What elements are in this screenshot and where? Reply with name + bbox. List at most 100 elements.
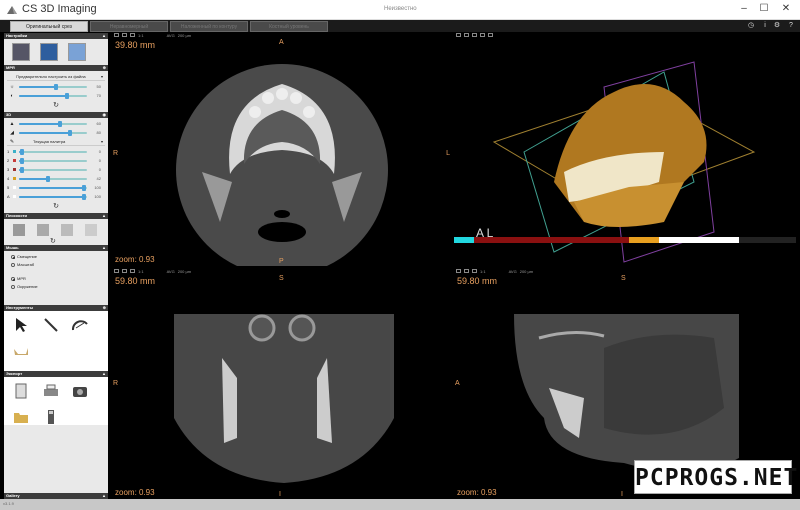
- sagittal-zoom-level: zoom: 0.93: [457, 488, 497, 497]
- app-title: CS 3D Imaging: [22, 3, 97, 15]
- axial-slice-position: 39.80 mm: [115, 40, 156, 50]
- channel-color-swatch[interactable]: [13, 159, 16, 162]
- info-icon[interactable]: i: [760, 21, 770, 31]
- tooth-view-button[interactable]: [68, 43, 86, 61]
- 3d-opacity-row: ▲ 60: [9, 121, 101, 127]
- channel-slider[interactable]: [19, 158, 87, 164]
- skull-view-button[interactable]: [40, 43, 58, 61]
- brightness-row: ☼ 50: [9, 84, 101, 90]
- channel-slider[interactable]: [19, 149, 87, 155]
- palette-icon: ✎: [9, 139, 15, 145]
- mouse-scale-radio[interactable]: Масштаб: [7, 261, 105, 269]
- coronal-slice-position: 59.80 mm: [115, 276, 156, 286]
- pointer-tool-icon[interactable]: [12, 316, 30, 334]
- angle-tool-icon[interactable]: [71, 316, 89, 334]
- sagittal-slice-position: 59.80 mm: [457, 276, 498, 286]
- channel-row: 5 100: [7, 185, 101, 191]
- usb-icon[interactable]: [42, 408, 60, 426]
- close-button[interactable]: ✕: [778, 2, 794, 16]
- axial-view[interactable]: 1:1 AVG 200 µm 39.80 mm zoom: 0.93 A P R L: [112, 32, 452, 266]
- channel-color-swatch[interactable]: [13, 150, 16, 153]
- volume-render-image: [492, 61, 756, 263]
- channel-slider[interactable]: [19, 176, 87, 182]
- channel-color-swatch[interactable]: [13, 177, 16, 180]
- axial-top-orientation: A: [279, 39, 284, 46]
- chevron-down-icon: ▾: [100, 139, 103, 144]
- print-icon[interactable]: [42, 382, 60, 400]
- plane-axial-icon[interactable]: [13, 224, 25, 236]
- brightness-icon: ☼: [9, 84, 15, 90]
- contrast-row: ◐ 70: [10, 93, 101, 99]
- tab-contour[interactable]: Наложенный по контуру: [170, 21, 248, 32]
- view-mode-buttons: [4, 39, 108, 65]
- help-icon[interactable]: ?: [786, 21, 796, 31]
- axial-right-orientation: L: [446, 150, 450, 157]
- channel-row: 20: [7, 158, 101, 164]
- channel-row: A 100: [7, 194, 101, 200]
- volume-3d-view[interactable]: A L: [454, 32, 796, 266]
- channel-slider[interactable]: [19, 194, 87, 200]
- channel-list: 1 0 2 0 3 0 4 42 5 100 A 100: [7, 148, 105, 201]
- mpr-reset-icon[interactable]: ↻: [7, 101, 105, 110]
- report-icon[interactable]: [12, 382, 30, 400]
- mouse-mpr-radio[interactable]: MPR: [7, 275, 105, 283]
- channel-color-swatch[interactable]: [13, 186, 16, 189]
- plane-coronal-icon[interactable]: [37, 224, 49, 236]
- opacity-icon: ▲: [9, 121, 15, 127]
- 3d-density-row: ◢ 80: [10, 130, 101, 136]
- density-icon: ◢: [10, 130, 14, 136]
- coronal-view[interactable]: 1:1 AVG 200 µm 59.80 mm zoom: 0.93 S I R: [112, 268, 452, 499]
- status-bar: v3.1.9: [0, 499, 800, 510]
- contrast-slider[interactable]: [19, 93, 87, 99]
- clock-icon[interactable]: ◷: [746, 21, 756, 31]
- contrast-icon: ◐: [10, 93, 14, 99]
- 3d-opacity-slider[interactable]: [19, 121, 87, 127]
- palette-dropdown[interactable]: ✎ Текущая палитра ▾: [7, 138, 105, 146]
- coronal-left-orientation: R: [113, 380, 119, 387]
- 3d-density-slider[interactable]: [19, 130, 87, 136]
- tab-bar: Оригинальный срез Неравномерный Наложенн…: [0, 20, 800, 32]
- channel-slider[interactable]: [19, 185, 87, 191]
- mpr-preset-dropdown[interactable]: Предварительно настроить из файла ▾: [7, 73, 105, 81]
- brightness-slider[interactable]: [19, 84, 87, 90]
- film-view-button[interactable]: [12, 43, 30, 61]
- plane-oblique-icon[interactable]: [85, 224, 97, 236]
- camera-icon[interactable]: [71, 382, 89, 400]
- tab-bone-level[interactable]: Костный уровень: [250, 21, 328, 32]
- coronal-scan-image: [174, 314, 394, 483]
- sagittal-bottom-orientation: I: [621, 491, 623, 498]
- app-version: v3.1.9: [3, 501, 14, 506]
- chevron-down-icon: ▾: [100, 74, 103, 79]
- plane-sagittal-icon[interactable]: [61, 224, 73, 236]
- channel-row: 30: [7, 167, 101, 173]
- measure-tool-icon[interactable]: [42, 316, 60, 334]
- mouse-surround-radio[interactable]: Окружение: [7, 283, 105, 291]
- axial-left-orientation: R: [113, 150, 119, 157]
- control-panel: Настройки ▲ MPR ⊕ Предварительно настроить…: [4, 33, 108, 499]
- mouse-offset-radio[interactable]: Смещение: [7, 253, 105, 261]
- jaw-tool-icon[interactable]: [12, 342, 30, 360]
- sagittal-top-orientation: S: [621, 275, 626, 282]
- coronal-top-orientation: S: [279, 275, 284, 282]
- title-bar: CS 3D Imaging Неизвестно – ☐ ✕: [0, 0, 800, 20]
- settings-icon[interactable]: ⚙: [772, 21, 782, 31]
- channel-color-swatch[interactable]: [13, 168, 16, 171]
- transfer-function-bar[interactable]: [454, 236, 796, 244]
- axial-zoom-level: zoom: 0.93: [115, 255, 155, 264]
- folder-icon[interactable]: [12, 408, 30, 426]
- coronal-zoom-level: zoom: 0.93: [115, 488, 155, 497]
- channel-slider[interactable]: [19, 167, 87, 173]
- channel-row: 10: [7, 149, 101, 155]
- 3d-reset-icon[interactable]: ↻: [7, 202, 105, 211]
- channel-row: 4 42: [7, 176, 101, 182]
- app-logo-icon: [7, 6, 17, 14]
- sagittal-left-orientation: A: [455, 380, 460, 387]
- maximize-button[interactable]: ☐: [756, 2, 772, 16]
- tab-original-slice[interactable]: Оригинальный срез: [10, 21, 88, 32]
- coronal-bottom-orientation: I: [279, 491, 281, 498]
- axial-scan-image: [176, 64, 388, 266]
- tab-uneven[interactable]: Неравномерный: [90, 21, 168, 32]
- minimize-button[interactable]: –: [736, 2, 752, 16]
- channel-color-swatch[interactable]: [13, 195, 16, 198]
- axial-bottom-orientation: P: [279, 258, 284, 265]
